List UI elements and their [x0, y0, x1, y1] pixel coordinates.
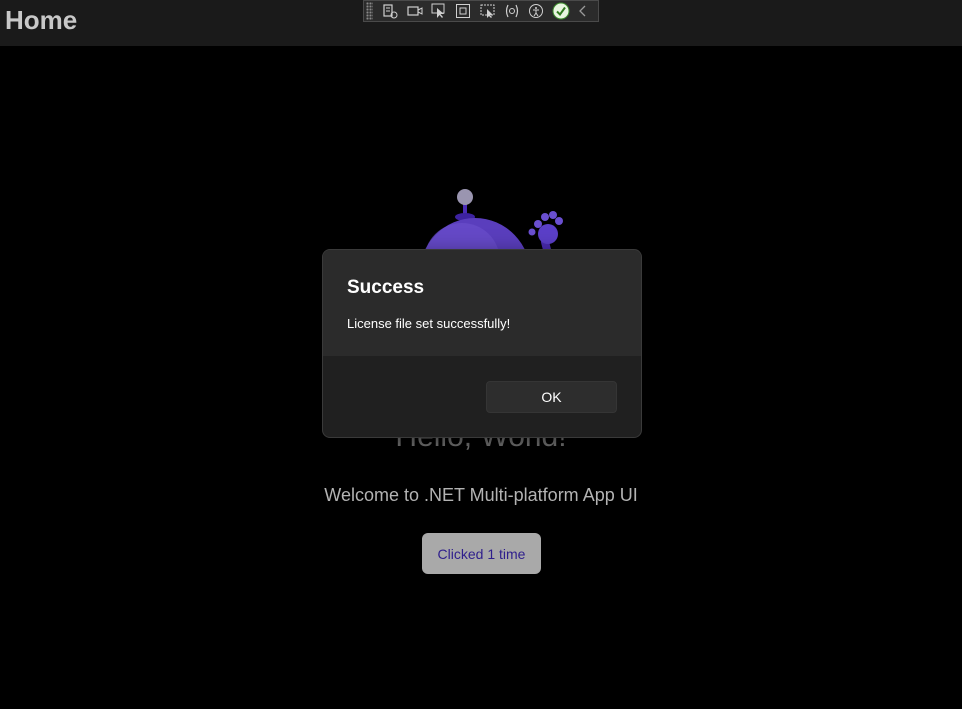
select-element-icon[interactable] — [430, 1, 448, 21]
video-camera-icon[interactable] — [406, 1, 424, 21]
dialog-title: Success — [347, 277, 425, 298]
page-title: Home — [5, 5, 78, 35]
dialog-message: License file set successfully! — [347, 316, 511, 331]
welcome-text: Welcome to .NET Multi-platform App UI — [324, 485, 638, 505]
dialog-body — [323, 250, 641, 356]
collapse-chevron-icon[interactable] — [574, 1, 592, 21]
track-focused-element-icon[interactable] — [479, 1, 497, 21]
ok-button[interactable]: OK — [486, 381, 617, 413]
binding-failures-icon[interactable] — [503, 1, 521, 21]
app-window: Home Welcome to .NET Multi-platform App … — [0, 0, 962, 709]
checkmark-icon[interactable] — [552, 2, 570, 20]
display-layout-adorners-icon[interactable] — [454, 1, 472, 21]
accessibility-icon[interactable] — [527, 1, 545, 21]
success-dialog: Success License file set successfully! O… — [322, 249, 642, 438]
counter-button[interactable]: Clicked 1 time — [422, 533, 541, 574]
live-visual-tree-icon[interactable] — [381, 1, 399, 21]
toolbar-grip-handle[interactable] — [366, 2, 374, 20]
title-bar: Home — [0, 0, 962, 46]
xaml-debug-toolbar — [363, 0, 599, 22]
